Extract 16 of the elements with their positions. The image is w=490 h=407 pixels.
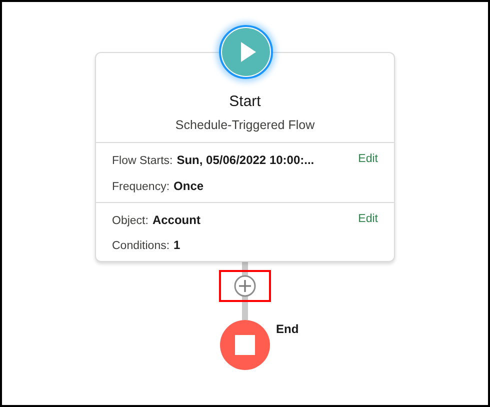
field-value: 1: [174, 237, 180, 254]
field-label: Conditions:: [112, 239, 170, 254]
field-value: Account: [152, 212, 200, 229]
edit-link[interactable]: Edit: [358, 151, 378, 168]
field-label: Flow Starts:: [112, 154, 173, 170]
field-label: Object:: [112, 214, 148, 229]
stop-icon[interactable]: [220, 320, 270, 370]
add-icon[interactable]: [234, 275, 256, 298]
field-value: Once: [174, 178, 204, 194]
field-value: Sun, 05/06/2022 10:00:...: [176, 152, 314, 170]
edit-link[interactable]: Edit: [358, 210, 378, 228]
field-label: Frequency:: [112, 180, 170, 194]
end-label: End: [276, 321, 299, 338]
play-icon[interactable]: [219, 25, 273, 79]
start-title: Start: [229, 92, 261, 112]
flow-type: Schedule-Triggered Flow: [175, 116, 315, 134]
